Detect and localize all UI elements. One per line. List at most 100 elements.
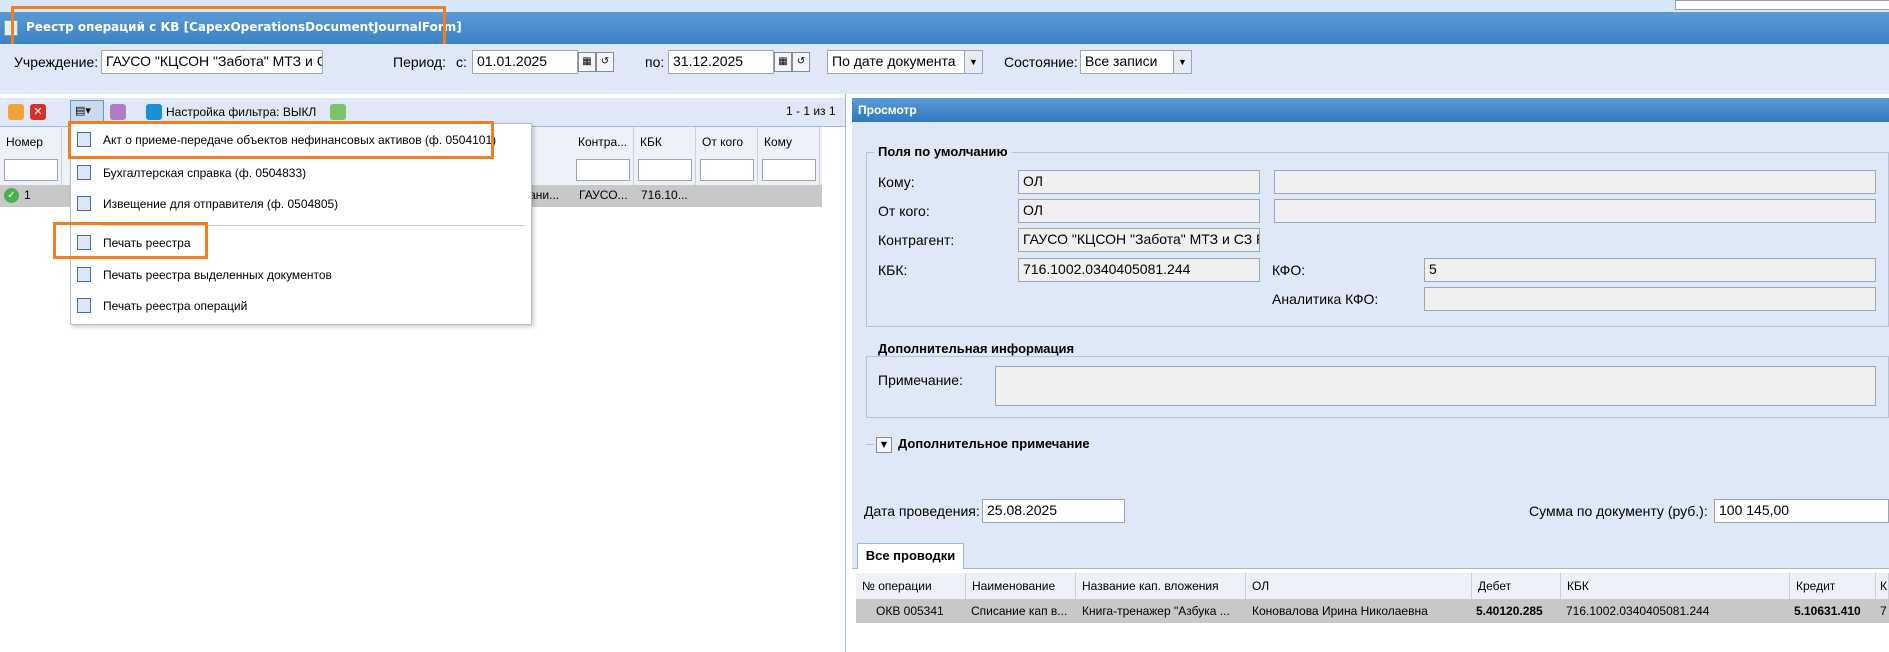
column-header[interactable]: К <box>1876 573 1889 599</box>
sum-label: Сумма по документу (руб.): <box>1529 503 1708 519</box>
paging-info: 1 - 1 из 1 <box>786 104 836 118</box>
entry-k: 7 <box>1880 604 1887 618</box>
to-calendar-icon[interactable]: ▦ <box>774 52 792 72</box>
menu-item-print-operations[interactable]: Печать реестра операций <box>71 292 529 320</box>
column-header[interactable]: Название кап. вложения <box>1076 573 1246 599</box>
from-label: От кого: <box>878 203 930 219</box>
menu-item-label: Печать реестра операций <box>103 299 248 313</box>
entry-credit: 5.10631.410 <box>1794 604 1861 618</box>
menu-highlight-print-registry <box>53 222 208 259</box>
contractor-field[interactable]: ГАУСО "КЦСОН "Забота" МТЗ и СЗ РТ <box>1018 228 1260 252</box>
document-icon <box>77 165 91 180</box>
entries-tabstrip <box>852 540 1889 569</box>
to-date-field[interactable]: 31.12.2025 <box>668 50 774 74</box>
edit-icon[interactable] <box>8 104 24 120</box>
column-header[interactable]: ОЛ <box>1246 573 1472 599</box>
column-header-label: Номер <box>6 135 43 149</box>
entry-name: Списание кап в... <box>971 604 1068 618</box>
kfo-analytics-field[interactable] <box>1424 287 1876 311</box>
column-header-label: Кому <box>764 135 793 149</box>
sum-field[interactable]: 100 145,00 <box>1714 499 1889 523</box>
filter-setting-label[interactable]: Настройка фильтра: ВЫКЛ <box>166 105 316 119</box>
column-filter-input[interactable] <box>638 159 692 181</box>
entry-ol: Коновалова Ирина Николаевна <box>1252 604 1428 618</box>
state-select[interactable]: Все записи ▼ <box>1080 50 1192 74</box>
menu-item-print-selected[interactable]: Печать реестра выделенных документов <box>71 261 529 289</box>
posting-date-label: Дата проведения: <box>864 503 980 519</box>
institution-field[interactable]: ГАУСО "КЦСОН "Забота" МТЗ и СЗ <box>101 50 323 74</box>
kfo-label: КФО: <box>1272 262 1306 278</box>
column-header-label: ОЛ <box>1252 579 1270 593</box>
column-header-label: КБК <box>1567 579 1589 593</box>
column-filter-input[interactable] <box>700 159 754 181</box>
print-button[interactable]: ▤▾ <box>70 100 104 122</box>
extra-info-legend: Дополнительная информация <box>874 341 1079 356</box>
delete-icon[interactable]: ✕ <box>30 104 46 120</box>
document-icon <box>77 298 91 313</box>
state-label: Состояние: <box>1004 54 1078 70</box>
entry-debit: 5.40120.285 <box>1476 604 1543 618</box>
column-header-label: Наименование <box>972 579 1056 593</box>
chevron-down-icon[interactable]: ▼ <box>964 51 982 73</box>
column-header[interactable]: Наименование <box>966 573 1076 599</box>
column-header-label: КБК <box>640 135 662 149</box>
to-label: по: <box>645 54 665 70</box>
to-clear-icon[interactable]: ↺ <box>792 52 810 72</box>
to-extra-field[interactable] <box>1274 170 1876 194</box>
kfo-analytics-label: Аналитика КФО: <box>1272 291 1379 307</box>
column-filter-input[interactable] <box>576 159 630 181</box>
from-calendar-icon[interactable]: ▦ <box>578 52 596 72</box>
note-field[interactable] <box>995 366 1876 406</box>
column-header-label: Кредит <box>1796 579 1836 593</box>
row-kbk: 716.10... <box>641 188 688 202</box>
menu-highlight-act <box>68 121 494 159</box>
menu-item-sender-notice[interactable]: Извещение для отправителя (ф. 0504805) <box>71 190 529 218</box>
column-filter-input[interactable] <box>4 159 58 181</box>
document-icon <box>77 196 91 211</box>
posting-date-field[interactable]: 25.08.2025 <box>982 499 1125 523</box>
institution-label: Учреждение: <box>14 54 99 70</box>
status-ok-icon: ✓ <box>4 188 19 203</box>
kbk-field[interactable]: 716.1002.0340405081.244 <box>1018 258 1260 282</box>
from-extra-field[interactable] <box>1274 199 1876 223</box>
state-value: Все записи <box>1085 53 1158 69</box>
menu-item-accounting-note[interactable]: Бухгалтерская справка (ф. 0504833) <box>71 159 529 187</box>
extra-note-legend[interactable]: Дополнительное примечание <box>894 436 1094 451</box>
column-header[interactable]: КБК <box>1561 573 1790 599</box>
chevron-down-icon[interactable]: ▼ <box>1173 51 1191 73</box>
kfo-field[interactable]: 5 <box>1424 258 1876 282</box>
column-header-label: № операции <box>862 579 932 593</box>
contractor-label: Контрагент: <box>878 232 955 248</box>
date-mode-select[interactable]: По дате документа ▼ <box>827 50 983 74</box>
menu-item-label: Печать реестра выделенных документов <box>103 268 332 282</box>
tab-all-entries[interactable]: Все проводки <box>857 543 964 569</box>
from-date-field[interactable]: 01.01.2025 <box>472 50 578 74</box>
filter-icon[interactable] <box>146 104 162 120</box>
row-contractor: ГАУСО... <box>579 188 628 202</box>
column-header[interactable]: Дебет <box>1472 573 1561 599</box>
period-label: Период: <box>393 54 446 70</box>
to-label: Кому: <box>878 174 915 190</box>
column-header-label: От кого <box>702 135 744 149</box>
top-search-box[interactable] <box>1675 0 1889 10</box>
column-header-label: Дебет <box>1478 579 1512 593</box>
from-label: с: <box>456 54 467 70</box>
entry-kbk: 716.1002.0340405081.244 <box>1566 604 1710 618</box>
column-header-label: Контра... <box>578 135 628 149</box>
refresh-icon[interactable] <box>330 104 346 120</box>
menu-item-label: Бухгалтерская справка (ф. 0504833) <box>103 166 307 180</box>
settings-icon[interactable] <box>110 104 126 120</box>
from-clear-icon[interactable]: ↺ <box>596 52 614 72</box>
collapse-toggle-icon[interactable]: ▼ <box>876 437 892 453</box>
note-label: Примечание: <box>878 372 963 388</box>
to-field[interactable]: ОЛ <box>1018 170 1260 194</box>
entry-capex-name: Книга-тренажер "Азбука ... <box>1082 604 1230 618</box>
from-field[interactable]: ОЛ <box>1018 199 1260 223</box>
column-header[interactable]: Кредит <box>1790 573 1876 599</box>
column-header[interactable]: № операции <box>856 573 966 599</box>
date-mode-value: По дате документа <box>832 53 956 69</box>
menu-item-label: Извещение для отправителя (ф. 0504805) <box>103 197 339 211</box>
entry-op-number: ОКВ 005341 <box>876 604 944 618</box>
column-filter-input[interactable] <box>762 159 816 181</box>
defaults-legend: Поля по умолчанию <box>874 144 1012 159</box>
